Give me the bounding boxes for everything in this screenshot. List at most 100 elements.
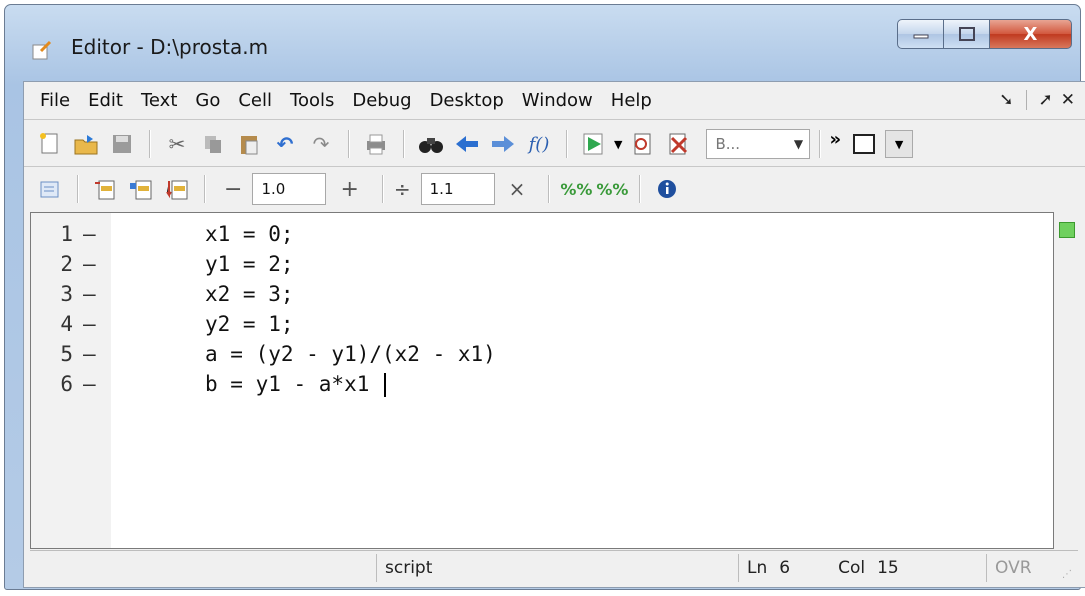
stack-combo[interactable]: B... ▼ bbox=[706, 129, 811, 159]
undock-icon[interactable]: ➘ bbox=[999, 90, 1013, 110]
menu-tools[interactable]: Tools bbox=[281, 90, 343, 111]
close-button[interactable]: X bbox=[990, 19, 1072, 49]
title-bar[interactable]: Editor - D:\prosta.m X bbox=[5, 5, 1080, 81]
menu-cell[interactable]: Cell bbox=[229, 90, 281, 111]
new-file-icon[interactable] bbox=[35, 129, 65, 159]
breakpoint-marker[interactable]: – bbox=[83, 249, 96, 279]
toolbar-separator bbox=[204, 175, 205, 203]
eval-cell-icon[interactable] bbox=[90, 174, 120, 204]
cell-mode-icon[interactable] bbox=[35, 174, 65, 204]
eval-cell-advance-icon[interactable] bbox=[126, 174, 156, 204]
menu-window[interactable]: Window bbox=[513, 90, 602, 111]
copy-icon[interactable] bbox=[198, 129, 228, 159]
editor-window: Editor - D:\prosta.m X File Edit Text Go… bbox=[4, 4, 1085, 590]
redo-icon[interactable]: ↷ bbox=[306, 129, 336, 159]
chevron-down-icon: ▼ bbox=[793, 137, 804, 151]
code-text: y1 = 2; bbox=[205, 252, 294, 276]
code-text: x2 = 3; bbox=[205, 282, 294, 306]
eval-entire-file-icon[interactable] bbox=[162, 174, 192, 204]
layout-dropdown-button[interactable]: ▼ bbox=[885, 130, 914, 158]
open-folder-icon[interactable] bbox=[71, 129, 101, 159]
print-icon[interactable] bbox=[361, 129, 391, 159]
toolbar-separator bbox=[403, 130, 404, 158]
resize-grip-icon[interactable]: ⋰ bbox=[1062, 569, 1076, 583]
breakpoint-marker[interactable]: – bbox=[83, 309, 96, 339]
breakpoint-marker[interactable]: – bbox=[83, 219, 96, 249]
line-value: 6 bbox=[779, 558, 791, 578]
cell-toolbar: − 1.0 + ÷ 1.1 × %% %% bbox=[32, 168, 1077, 210]
minimize-icon bbox=[913, 34, 928, 39]
insert-cell-divider-icon[interactable]: %% bbox=[560, 174, 592, 204]
stack-combo-value: B... bbox=[715, 135, 741, 153]
divide-value: 1.1 bbox=[429, 180, 454, 198]
toolbar-separator bbox=[639, 175, 641, 203]
info-icon[interactable] bbox=[652, 174, 682, 204]
menu-desktop[interactable]: Desktop bbox=[421, 90, 513, 111]
col-label: Col bbox=[838, 558, 866, 578]
set-breakpoint-icon[interactable] bbox=[627, 129, 657, 159]
col-value: 15 bbox=[877, 558, 899, 578]
toolbar-separator bbox=[149, 130, 150, 158]
divider bbox=[24, 119, 1085, 120]
menu-go[interactable]: Go bbox=[186, 90, 229, 111]
text-cursor bbox=[384, 373, 387, 397]
breakpoint-marker[interactable]: – bbox=[83, 369, 96, 399]
menu-text[interactable]: Text bbox=[132, 90, 186, 111]
line-label: Ln bbox=[747, 558, 768, 578]
divide-button[interactable]: ÷ bbox=[394, 177, 411, 201]
code-text: x1 = 0; bbox=[205, 222, 294, 246]
toolbar-separator bbox=[548, 175, 550, 203]
decrement-value-field[interactable]: 1.0 bbox=[252, 173, 327, 205]
chevron-down-icon: ▼ bbox=[894, 137, 904, 151]
line-number: 4 bbox=[60, 312, 73, 336]
go-forward-icon[interactable] bbox=[488, 129, 518, 159]
line-number: 2 bbox=[60, 252, 73, 276]
window-title: Editor - D:\prosta.m bbox=[71, 35, 269, 59]
code-text: b = y1 - a*x1 bbox=[205, 369, 387, 399]
run-dropdown-icon[interactable]: ▼ bbox=[614, 138, 622, 151]
minimize-button[interactable] bbox=[897, 19, 944, 49]
toolbar-separator bbox=[348, 130, 349, 158]
menu-debug[interactable]: Debug bbox=[343, 90, 420, 111]
line-number: 6 bbox=[60, 372, 73, 396]
menu-edit[interactable]: Edit bbox=[79, 90, 132, 111]
code-editor[interactable]: 1 – x1 = 0; 2 – y1 = 2; 3 – x2 = 3; 4 – … bbox=[30, 212, 1054, 549]
status-bar: script Ln 6 Col 15 OVR ⋰ bbox=[30, 550, 1078, 585]
insert-cell-divider-2-icon[interactable]: %% bbox=[596, 174, 628, 204]
status-position: Ln 6 Col 15 bbox=[738, 554, 986, 582]
go-back-icon[interactable] bbox=[452, 129, 482, 159]
multiply-button[interactable]: × bbox=[509, 177, 526, 201]
ovr-text: OVR bbox=[995, 558, 1032, 578]
divide-value-field[interactable]: 1.1 bbox=[420, 173, 495, 205]
maximize-button[interactable] bbox=[944, 19, 990, 49]
cut-icon[interactable]: ✂ bbox=[162, 129, 192, 159]
menu-separator bbox=[1025, 90, 1027, 110]
save-icon[interactable] bbox=[107, 129, 137, 159]
decrement-value: 1.0 bbox=[261, 180, 286, 198]
dock-icon[interactable]: ➚ bbox=[1039, 90, 1053, 110]
clear-breakpoints-icon[interactable] bbox=[663, 129, 693, 159]
toolbar-separator bbox=[819, 130, 821, 158]
menu-file[interactable]: File bbox=[24, 90, 79, 111]
status-spacer bbox=[30, 554, 376, 582]
maximize-icon bbox=[958, 27, 975, 41]
decrement-button[interactable]: − bbox=[224, 177, 242, 202]
layout-single-icon[interactable] bbox=[849, 129, 879, 159]
find-binoculars-icon[interactable] bbox=[416, 129, 446, 159]
paste-icon[interactable] bbox=[234, 129, 264, 159]
undo-icon[interactable]: ↶ bbox=[270, 129, 300, 159]
breakpoint-marker[interactable]: – bbox=[83, 339, 96, 369]
main-toolbar: ✂ ↶ ↷ f() ▼ B... ▼ » ▼ bbox=[32, 123, 1077, 165]
vertical-scrollbar[interactable] bbox=[1054, 212, 1078, 549]
function-icon[interactable]: f() bbox=[524, 129, 554, 159]
breakpoint-marker[interactable]: – bbox=[83, 279, 96, 309]
menu-help[interactable]: Help bbox=[602, 90, 661, 111]
code-analyzer-indicator[interactable] bbox=[1059, 222, 1075, 238]
increment-button[interactable]: + bbox=[340, 177, 358, 202]
close-document-icon[interactable]: ✕ bbox=[1061, 90, 1075, 110]
editor-document-icon bbox=[32, 40, 52, 60]
line-number: 1 bbox=[60, 222, 73, 246]
toolbar-overflow-button[interactable]: » bbox=[829, 129, 841, 150]
code-text-content: b = y1 - a*x1 bbox=[205, 372, 383, 396]
run-icon[interactable] bbox=[579, 129, 609, 159]
